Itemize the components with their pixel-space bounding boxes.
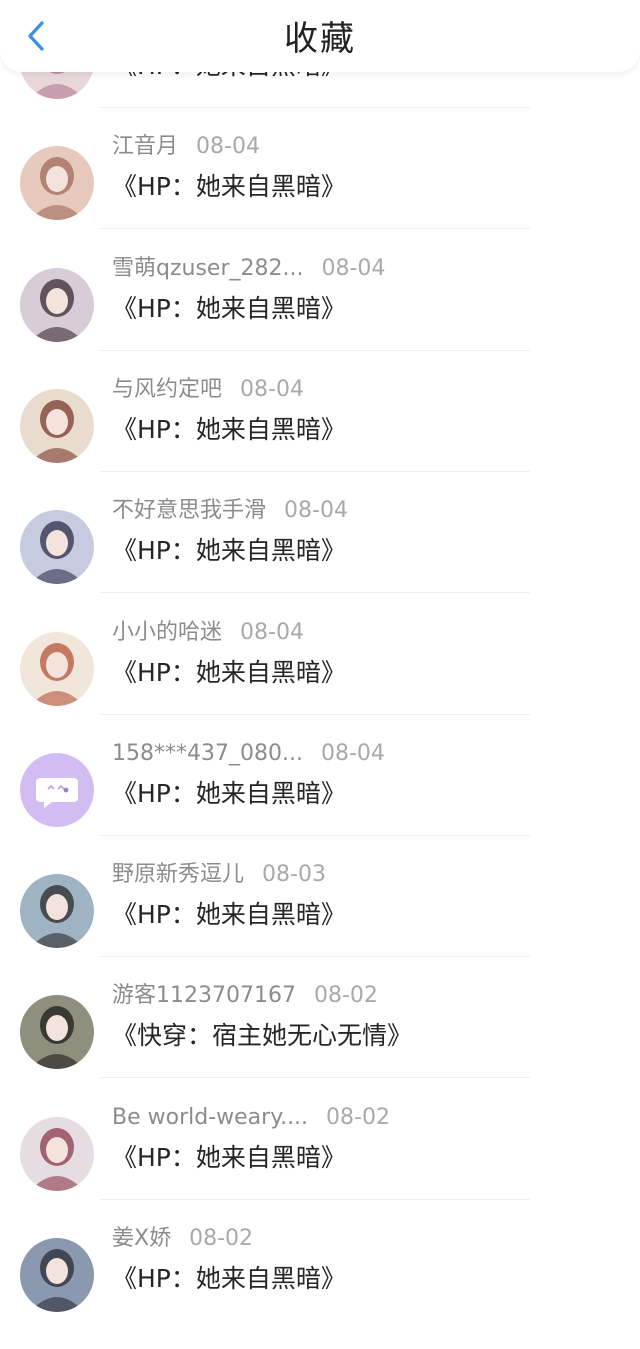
username[interactable]: 雪萌qzuser_282... <box>112 256 303 281</box>
username[interactable]: 游客1123707167 <box>112 983 296 1008</box>
item-meta: 不好意思我手滑 08-04 <box>112 497 348 525</box>
item-meta: 江音月 08-04 <box>112 133 260 161</box>
page-title: 收藏 <box>284 19 356 59</box>
item-meta: 野原新秀逗儿 08-03 <box>112 861 326 889</box>
list-item[interactable]: 小小的哈迷 08-04 《HP：她来自黑暗》 <box>0 559 640 715</box>
username[interactable]: 野原新秀逗儿 <box>112 862 244 887</box>
favorites-page: 傻子子的_75346...08-04《HP：她来自黑暗》江音月08-04《HP：… <box>0 0 640 1349</box>
item-meta: 雪萌qzuser_282... 08-04 <box>112 255 385 283</box>
list-item[interactable]: 江音月 08-04 《HP：她来自黑暗》 <box>0 73 640 229</box>
top-bar: 收藏 <box>0 0 640 72</box>
username[interactable]: 158***437_080... <box>112 741 303 766</box>
book-title[interactable]: 《HP：她来自黑暗》 <box>112 1263 346 1295</box>
date-label: 08-04 <box>284 498 348 523</box>
list-item[interactable]: 游客1123707167 08-02 《快穿：宿主她无心无情》 <box>0 922 640 1078</box>
date-label: 08-04 <box>240 620 304 645</box>
date-label: 08-02 <box>313 983 378 1008</box>
username[interactable]: 不好意思我手滑 <box>112 498 266 523</box>
username[interactable]: 姜X娇 <box>112 1226 171 1251</box>
list-item[interactable]: 姜X娇 08-02 《HP：她来自黑暗》 <box>0 1165 640 1312</box>
list-item[interactable]: 与风约定吧 08-04 《HP：她来自黑暗》 <box>0 316 640 472</box>
item-meta: 游客1123707167 08-02 <box>112 982 378 1010</box>
list-item[interactable]: 野原新秀逗儿 08-03 《HP：她来自黑暗》 <box>0 801 640 957</box>
date-label: 08-04 <box>240 377 304 402</box>
item-meta: 158***437_080... 08-04 <box>112 740 385 768</box>
username[interactable]: 小小的哈迷 <box>112 620 222 645</box>
item-meta: 小小的哈迷 08-04 <box>112 619 304 647</box>
date-label: 08-03 <box>262 862 326 887</box>
list-item[interactable]: 158***437_080... 08-04 《HP：她来自黑暗》 <box>0 680 640 836</box>
item-meta: Be world-weary.... 08-02 <box>112 1104 390 1132</box>
list-item[interactable]: 不好意思我手滑 08-04 《HP：她来自黑暗》 <box>0 437 640 593</box>
date-label: 08-04 <box>320 741 385 766</box>
username[interactable]: 与风约定吧 <box>112 377 222 402</box>
list-item[interactable]: Be world-weary.... 08-02 《HP：她来自黑暗》 <box>0 1044 640 1200</box>
date-label: 08-04 <box>196 134 260 159</box>
date-label: 08-02 <box>326 1105 390 1130</box>
list-item[interactable]: 雪萌qzuser_282... 08-04 《HP：她来自黑暗》 <box>0 195 640 351</box>
date-label: 08-04 <box>321 256 386 281</box>
item-meta: 与风约定吧 08-04 <box>112 376 304 404</box>
avatar[interactable] <box>20 1238 94 1312</box>
username[interactable]: 江音月 <box>112 134 178 159</box>
username[interactable]: Be world-weary.... <box>112 1105 308 1130</box>
item-meta: 姜X娇 08-02 <box>112 1225 253 1253</box>
date-label: 08-02 <box>189 1226 254 1251</box>
